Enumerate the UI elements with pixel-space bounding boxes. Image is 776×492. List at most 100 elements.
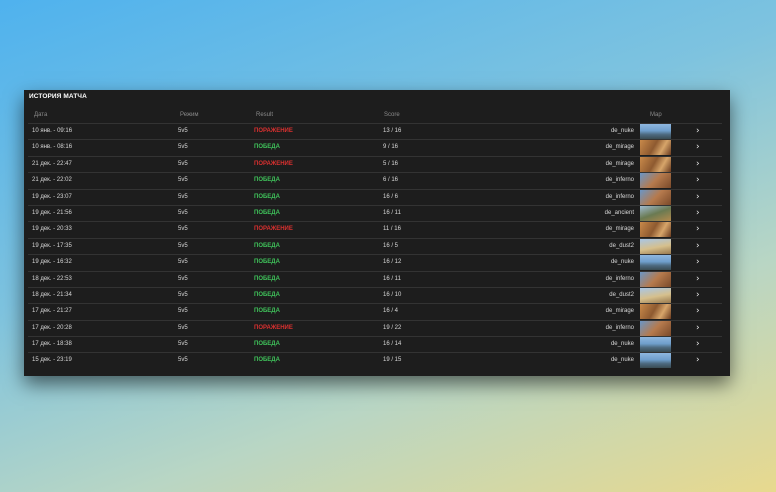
match-row[interactable]: 17 дек. - 21:27 5v5 ПОБЕДА 16 / 4 de_mirage › xyxy=(28,303,722,320)
match-map-name: de_nuke xyxy=(610,341,634,348)
match-result: ПОРАЖЕНИЕ xyxy=(254,226,293,233)
match-mode: 5v5 xyxy=(178,308,188,315)
match-map-name: de_dust2 xyxy=(609,242,634,249)
chevron-right-icon[interactable]: › xyxy=(696,224,700,234)
match-map-name: de_inferno xyxy=(605,275,634,282)
match-row[interactable]: 21 дек. - 22:02 5v5 ПОБЕДА 6 / 16 de_inferno… xyxy=(28,172,722,189)
match-date: 18 дек. - 22:53 xyxy=(32,275,72,282)
column-header-date: Дата xyxy=(34,112,48,118)
match-date: 19 дек. - 17:35 xyxy=(32,242,72,249)
chevron-right-icon[interactable]: › xyxy=(696,208,700,218)
map-thumbnail xyxy=(640,173,671,189)
map-thumbnail xyxy=(640,124,671,139)
chevron-right-icon[interactable]: › xyxy=(696,257,700,267)
chevron-right-icon[interactable]: › xyxy=(696,192,700,202)
map-thumbnail xyxy=(640,222,671,238)
column-header-map: Map xyxy=(650,112,662,118)
match-result: ПОРАЖЕНИЕ xyxy=(254,324,293,331)
match-row[interactable]: 19 дек. - 16:32 5v5 ПОБЕДА 16 / 12 de_nuke › xyxy=(28,254,722,271)
match-mode: 5v5 xyxy=(178,357,188,364)
match-map-name: de_ancient xyxy=(604,209,634,216)
match-mode: 5v5 xyxy=(178,275,188,282)
match-date: 21 дек. - 22:47 xyxy=(32,160,72,167)
chevron-right-icon[interactable]: › xyxy=(696,142,700,152)
match-mode: 5v5 xyxy=(178,209,188,216)
match-date: 17 дек. - 20:28 xyxy=(32,324,72,331)
match-date: 21 дек. - 22:02 xyxy=(32,177,72,184)
column-header-mode: Режим xyxy=(180,112,199,118)
chevron-right-icon[interactable]: › xyxy=(696,355,700,365)
chevron-right-icon[interactable]: › xyxy=(696,306,700,316)
match-result: ПОБЕДА xyxy=(254,144,280,151)
match-mode: 5v5 xyxy=(178,242,188,249)
chevron-right-icon[interactable]: › xyxy=(696,175,700,185)
match-row[interactable]: 21 дек. - 22:47 5v5 ПОРАЖЕНИЕ 5 / 16 de_mira… xyxy=(28,155,722,172)
match-mode: 5v5 xyxy=(178,291,188,298)
match-score: 16 / 11 xyxy=(383,209,401,216)
match-map-name: de_nuke xyxy=(610,259,634,266)
match-result: ПОБЕДА xyxy=(254,275,280,282)
chevron-right-icon[interactable]: › xyxy=(696,323,700,333)
table-header: Дата Режим Result Score Map xyxy=(30,109,722,123)
match-score: 16 / 14 xyxy=(383,341,402,348)
match-map-name: de_nuke xyxy=(610,357,634,364)
match-history-panel: ИСТОРИЯ МАТЧА Дата Режим Result Score Ma… xyxy=(24,90,730,376)
chevron-right-icon[interactable]: › xyxy=(696,241,700,251)
match-score: 16 / 5 xyxy=(383,242,399,249)
match-date: 19 дек. - 20:33 xyxy=(32,226,72,233)
match-date: 15 дек. - 23:19 xyxy=(32,357,72,364)
match-score: 5 / 16 xyxy=(383,160,399,167)
match-map-name: de_mirage xyxy=(605,144,634,151)
match-score: 9 / 16 xyxy=(383,144,399,151)
match-score: 16 / 10 xyxy=(383,291,402,298)
match-map-name: de_inferno xyxy=(605,193,634,200)
match-row[interactable]: 17 дек. - 18:38 5v5 ПОБЕДА 16 / 14 de_nuke › xyxy=(28,336,722,353)
map-thumbnail xyxy=(640,353,671,369)
match-date: 17 дек. - 18:38 xyxy=(32,341,72,348)
chevron-right-icon[interactable]: › xyxy=(696,290,700,300)
match-date: 10 янв. - 08:16 xyxy=(32,144,73,151)
match-row[interactable]: 19 дек. - 21:56 5v5 ПОБЕДА 16 / 11 de_ancien… xyxy=(28,204,722,221)
match-date: 19 дек. - 21:56 xyxy=(32,209,72,216)
match-row[interactable]: 19 дек. - 23:07 5v5 ПОБЕДА 16 / 6 de_inferno… xyxy=(28,188,722,205)
match-score: 6 / 16 xyxy=(383,177,399,184)
match-row[interactable]: 10 янв. - 08:16 5v5 ПОБЕДА 9 / 16 de_mirage › xyxy=(28,139,722,156)
match-row[interactable]: 18 дек. - 22:53 5v5 ПОБЕДА 16 / 11 de_infern… xyxy=(28,270,722,287)
panel-title: ИСТОРИЯ МАТЧА xyxy=(29,93,87,100)
match-score: 16 / 4 xyxy=(383,308,399,315)
match-result: ПОБЕДА xyxy=(254,177,280,184)
match-row[interactable]: 15 дек. - 23:19 5v5 ПОБЕДА 19 / 15 de_nuke › xyxy=(28,352,722,369)
match-date: 10 янв. - 09:16 xyxy=(32,128,73,134)
match-row[interactable]: 19 дек. - 17:35 5v5 ПОБЕДА 16 / 5 de_dust2 › xyxy=(28,237,722,254)
match-map-name: de_inferno xyxy=(605,177,634,184)
match-result: ПОБЕДА xyxy=(254,341,280,348)
match-result: ПОБЕДА xyxy=(254,291,280,298)
match-mode: 5v5 xyxy=(178,341,188,348)
column-header-score: Score xyxy=(384,112,400,118)
map-thumbnail xyxy=(640,238,671,254)
chevron-right-icon[interactable]: › xyxy=(696,159,700,169)
chevron-right-icon[interactable]: › xyxy=(696,126,700,136)
match-result: ПОБЕДА xyxy=(254,209,280,216)
match-result: ПОБЕДА xyxy=(254,193,280,200)
match-score: 13 / 16 xyxy=(383,128,402,134)
match-mode: 5v5 xyxy=(178,226,188,233)
match-map-name: de_mirage xyxy=(605,160,634,167)
map-thumbnail xyxy=(640,205,671,221)
match-map-name: de_inferno xyxy=(605,324,634,331)
match-score: 16 / 11 xyxy=(383,275,401,282)
match-result: ПОБЕДА xyxy=(254,308,280,315)
match-score: 11 / 16 xyxy=(383,226,401,233)
match-row[interactable]: 18 дек. - 21:34 5v5 ПОБЕДА 16 / 10 de_dust2 › xyxy=(28,286,722,303)
chevron-right-icon[interactable]: › xyxy=(696,339,700,349)
chevron-right-icon[interactable]: › xyxy=(696,274,700,284)
map-thumbnail xyxy=(640,304,671,320)
match-row[interactable]: 19 дек. - 20:33 5v5 ПОРАЖЕНИЕ 11 / 16 de_mir… xyxy=(28,221,722,238)
match-date: 17 дек. - 21:27 xyxy=(32,308,72,315)
match-row[interactable]: 10 янв. - 09:16 5v5 ПОРАЖЕНИЕ 13 / 16 de_nuk… xyxy=(28,123,722,139)
match-result: ПОБЕДА xyxy=(254,357,280,364)
match-mode: 5v5 xyxy=(178,259,188,266)
match-row[interactable]: 17 дек. - 20:28 5v5 ПОРАЖЕНИЕ 19 / 22 de_inf… xyxy=(28,319,722,336)
map-thumbnail xyxy=(640,156,671,172)
match-date: 19 дек. - 23:07 xyxy=(32,193,72,200)
